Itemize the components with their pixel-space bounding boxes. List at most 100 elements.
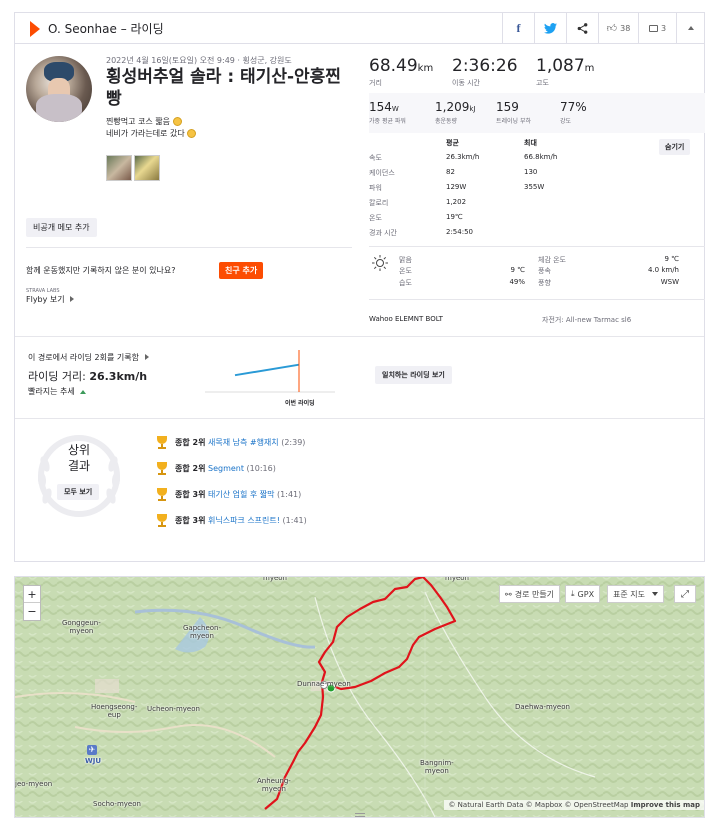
segment-link[interactable]: Segment <box>208 464 244 473</box>
comment-button[interactable]: 3 <box>638 13 676 43</box>
intensity-label: 강도 <box>560 118 572 125</box>
weighted-power-label: 가중 평균 파워 <box>369 118 406 125</box>
sun-icon <box>372 255 388 271</box>
private-note-button[interactable]: 비공개 메모 추가 <box>26 218 97 237</box>
divider <box>369 246 705 247</box>
segment-link[interactable]: 휘닉스파크 스프린트! <box>208 516 280 525</box>
place-daehwa: Daehwa-myeon <box>515 703 570 711</box>
map-attribution: © Natural Earth Data © Mapbox © OpenStre… <box>444 800 704 810</box>
matched-speed-label: 라이딩 거리: <box>28 370 90 383</box>
trophy-icon <box>155 488 169 501</box>
trend-text: 빨라지는 추세 <box>28 387 75 396</box>
avatar[interactable] <box>26 56 92 122</box>
segment-rank: 종합 3위 <box>175 516 206 525</box>
trend-label: 빨라지는 추세 <box>28 386 87 397</box>
resize-handle[interactable] <box>355 813 365 817</box>
download-icon: ⤓ <box>571 589 575 598</box>
detail-avg: 1,202 <box>446 198 467 206</box>
view-all-results-button[interactable]: 모두 보기 <box>57 484 100 500</box>
moving-time-value: 2:36:26 <box>452 56 518 76</box>
activity-description: 찐빵먹고 코스 짧음 네비가 가라는데로 갔다 <box>106 116 197 140</box>
zoom-in-button[interactable]: + <box>24 586 40 603</box>
temp-label: 온도 <box>399 267 412 275</box>
moving-time-label: 이동 시간 <box>452 79 480 87</box>
place-top-right: myeon <box>445 576 469 582</box>
place-jeo: jeo-myeon <box>15 780 53 788</box>
detail-avg: 82 <box>446 168 455 176</box>
place-ucheon: Ucheon-myeon <box>147 705 200 713</box>
smile-emoji-icon-2 <box>187 129 197 138</box>
share-icon <box>577 22 588 34</box>
elevation-stat: 1,087m <box>536 56 594 76</box>
activity-photo-1[interactable] <box>106 155 132 181</box>
detail-max: 355W <box>524 183 545 191</box>
gpx-export-button[interactable]: ⤓ GPX <box>565 585 601 603</box>
comment-icon <box>648 24 658 32</box>
matched-speed: 라이딩 거리: 26.3km/h <box>28 368 147 384</box>
segment-result-row: 종합 2위 새목재 남측 #행재치 (2:39) <box>175 437 305 448</box>
distance-stat: 68.49km <box>369 56 433 76</box>
top-results-badge: 상위 결과 <box>27 442 131 474</box>
twitter-share-button[interactable] <box>534 13 566 43</box>
work-stat: 1,209kJ <box>435 100 475 114</box>
intensity-value: 77% <box>560 100 587 114</box>
wind-speed-label: 풍속 <box>538 267 551 275</box>
collapse-button[interactable] <box>676 13 704 43</box>
route-icon: ⚯ <box>505 589 512 599</box>
caret-right-icon <box>70 296 75 302</box>
share-button[interactable] <box>566 13 598 43</box>
place-gapcheon: Gapcheon-myeon <box>183 624 221 640</box>
activity-photo-2[interactable] <box>134 155 160 181</box>
divider <box>15 418 704 419</box>
segment-rank: 종합 3위 <box>175 490 206 499</box>
flyby-link[interactable]: Flyby 보기 <box>26 294 75 305</box>
detail-max: 130 <box>524 168 538 176</box>
trophy-icon <box>155 514 169 527</box>
improve-map-link[interactable]: Improve this map <box>631 801 700 809</box>
weighted-power-value: 154 <box>369 100 392 114</box>
segment-result-row: 종합 2위 Segment (10:16) <box>175 463 276 474</box>
feels-like-label: 체감 온도 <box>538 256 566 264</box>
attribution-text[interactable]: © Natural Earth Data © Mapbox © OpenStre… <box>448 801 628 809</box>
create-route-label: 경로 만들기 <box>514 589 555 599</box>
route-map[interactable]: Gonggeun-myeon Gapcheon-myeon Hoengseong… <box>14 576 705 818</box>
fullscreen-button[interactable]: ⤢ <box>674 585 696 603</box>
facebook-share-button[interactable]: f <box>502 13 534 43</box>
wind-speed-value: 4.0 km/h <box>647 266 679 274</box>
add-friend-button[interactable]: 친구 추가 <box>219 262 264 279</box>
zoom-out-button[interactable]: − <box>24 603 40 620</box>
trophy-icon <box>155 462 169 475</box>
matched-rides-text: 이 경로에서 라이딩 2회를 기록함 <box>28 353 139 362</box>
temp-value: 9 ℃ <box>510 266 525 274</box>
airport-icon: ✈ <box>87 745 97 755</box>
detail-label: 칼로리 <box>369 199 389 207</box>
segment-link[interactable]: 새목재 남측 #행재치 <box>208 438 279 447</box>
weighted-power-unit: W <box>391 105 399 113</box>
matched-rides-link[interactable]: 이 경로에서 라이딩 2회를 기록함 <box>28 352 149 363</box>
thumbs-up-icon: 👍︎ <box>606 23 618 34</box>
segment-time: (1:41) <box>277 490 302 499</box>
detail-max: 66.8km/h <box>524 153 558 161</box>
header-actions: f 👍︎ 38 3 <box>502 13 704 43</box>
hide-details-button[interactable]: 숨기기 <box>659 139 691 155</box>
place-wju: WJU <box>85 757 102 765</box>
activity-header: O. Seonhae – 라이딩 f 👍︎ 38 3 <box>14 12 705 44</box>
segment-time: (10:16) <box>246 464 276 473</box>
matched-rides-button[interactable]: 일치하는 라이딩 보기 <box>375 366 452 384</box>
secondary-stats-band <box>369 93 705 133</box>
friend-prompt: 함께 운동했지만 기록하지 않은 분이 있나요? <box>26 266 176 275</box>
segment-link[interactable]: 태기산 업힐 후 짧막 <box>208 490 275 499</box>
create-route-button[interactable]: ⚯ 경로 만들기 <box>499 585 561 603</box>
weather-condition: 맑음 <box>399 256 412 264</box>
map-type-select[interactable]: 표준 지도 <box>607 585 664 603</box>
segment-rank: 종합 2위 <box>175 438 206 447</box>
chevron-down-icon <box>651 592 658 596</box>
elevation-label: 고도 <box>536 79 549 87</box>
kudos-button[interactable]: 👍︎ 38 <box>598 13 638 43</box>
segment-time: (1:41) <box>282 516 307 525</box>
divider <box>15 336 704 337</box>
bike-name: 자전거: All-new Tarmac sl6 <box>542 316 632 324</box>
feels-like-value: 9 ℃ <box>664 255 679 263</box>
wind-direction-value: WSW <box>660 278 679 286</box>
map-terrain <box>15 577 704 817</box>
